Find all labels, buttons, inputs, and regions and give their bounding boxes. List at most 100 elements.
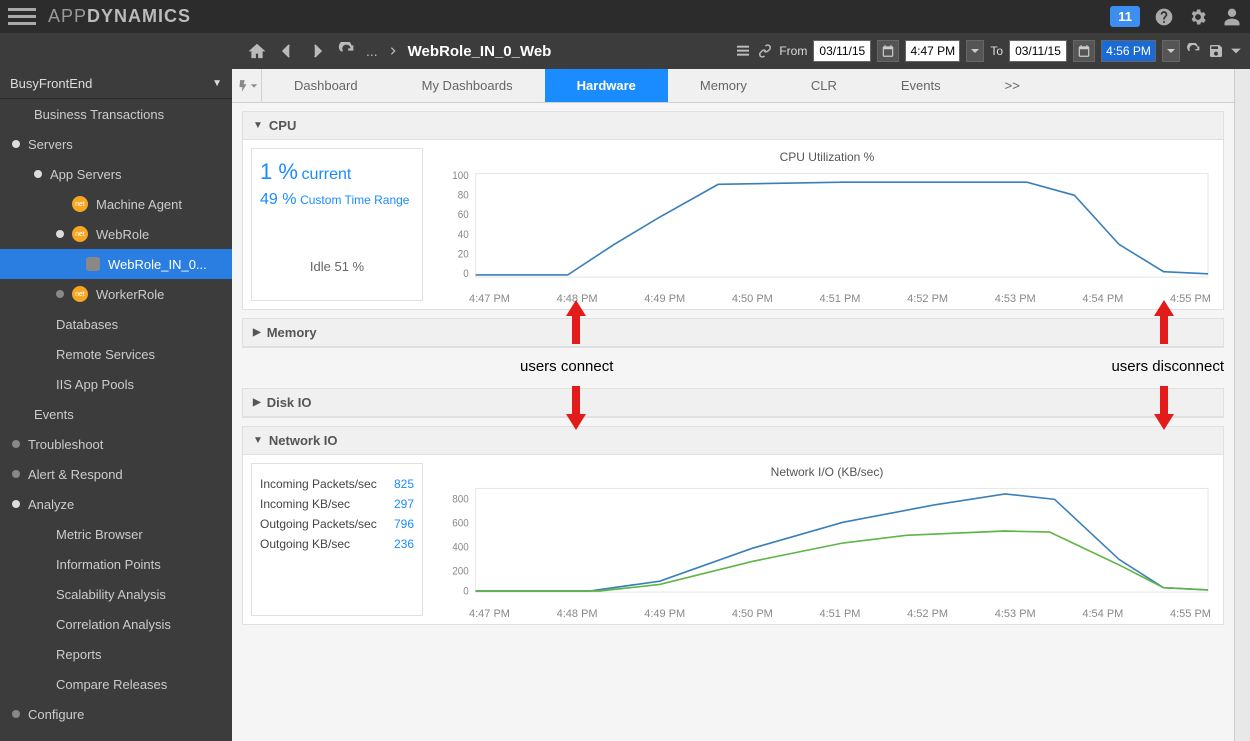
sidebar-item-servers[interactable]: Servers xyxy=(0,129,232,159)
net-chart: Network I/O (KB/sec) 800 600 400 200 0 4… xyxy=(431,455,1223,624)
sidebar-app-header[interactable]: BusyFrontEnd ▼ xyxy=(0,69,232,99)
x-tick: 4:53 PM xyxy=(995,293,1036,305)
sidebar-item-bt[interactable]: Business Transactions xyxy=(0,99,232,129)
net-x-axis: 4:47 PM 4:48 PM 4:49 PM 4:50 PM 4:51 PM … xyxy=(441,608,1213,620)
sidebar-item-label: WorkerRole xyxy=(96,287,164,302)
cpu-idle-label: Idle 51 % xyxy=(260,259,414,274)
svg-text:600: 600 xyxy=(452,518,469,530)
netio-panel-header[interactable]: ▼ Network IO xyxy=(243,427,1223,455)
brand-right: DYNAMICS xyxy=(87,6,191,26)
sidebar-item-scale[interactable]: Scalability Analysis xyxy=(0,579,232,609)
panel-title: Network IO xyxy=(269,433,338,448)
list-view-icon[interactable] xyxy=(735,43,751,59)
sidebar-item-webrole[interactable]: netWebRole xyxy=(0,219,232,249)
expand-icon: ▶ xyxy=(253,327,261,338)
sidebar-item-iis[interactable]: IIS App Pools xyxy=(0,369,232,399)
svg-text:20: 20 xyxy=(458,249,469,261)
diskio-panel-header[interactable]: ▶ Disk IO xyxy=(243,389,1223,417)
page-title: WebRole_IN_0_Web xyxy=(408,43,552,60)
to-time-input[interactable] xyxy=(1101,40,1156,62)
sidebar-item-compare[interactable]: Compare Releases xyxy=(0,669,232,699)
notification-badge[interactable]: 11 xyxy=(1110,6,1140,27)
sidebar-item-configure[interactable]: Configure xyxy=(0,699,232,729)
sidebar-item-label: Compare Releases xyxy=(56,677,167,692)
timerange-controls: From To xyxy=(735,40,1242,62)
bullet-icon xyxy=(56,230,64,238)
topbar: APPDYNAMICS 11 xyxy=(0,0,1250,33)
sidebar-item-databases[interactable]: Databases xyxy=(0,309,232,339)
collapse-icon: ▼ xyxy=(253,120,263,131)
expand-icon: ▶ xyxy=(253,397,261,408)
refresh-icon[interactable] xyxy=(338,42,356,60)
sidebar-item-label: WebRole xyxy=(96,227,149,242)
sidebar-item-appservers[interactable]: App Servers xyxy=(0,159,232,189)
tab-events[interactable]: Events xyxy=(869,69,973,102)
sidebar-item-label: Alert & Respond xyxy=(28,467,123,482)
to-calendar-button[interactable] xyxy=(1073,40,1095,62)
user-icon[interactable] xyxy=(1222,7,1242,27)
help-icon[interactable] xyxy=(1154,7,1174,27)
net-stat-value: 796 xyxy=(394,517,414,531)
arrow-up-disconnect xyxy=(1152,300,1176,349)
cpu-chart-svg: 100 80 60 40 20 0 xyxy=(441,168,1213,288)
sidebar-item-alert[interactable]: Alert & Respond xyxy=(0,459,232,489)
sidebar-item-webrole-in0[interactable]: WebRole_IN_0... xyxy=(0,249,232,279)
panel-title: Memory xyxy=(267,325,317,340)
to-label: To xyxy=(990,44,1003,58)
sidebar-item-analyze[interactable]: Analyze xyxy=(0,489,232,519)
to-date-input[interactable] xyxy=(1009,40,1067,62)
tab-clr[interactable]: CLR xyxy=(779,69,869,102)
memory-panel-header[interactable]: ▶ Memory xyxy=(243,319,1223,347)
to-time-dropdown[interactable] xyxy=(1162,40,1180,62)
tab-mydash[interactable]: My Dashboards xyxy=(390,69,545,102)
sidebar-item-label: IIS App Pools xyxy=(56,377,134,392)
tab-more[interactable]: >> xyxy=(973,69,1052,102)
panel-title: Disk IO xyxy=(267,395,312,410)
sidebar-item-trouble[interactable]: Troubleshoot xyxy=(0,429,232,459)
cpu-x-axis: 4:47 PM 4:48 PM 4:49 PM 4:50 PM 4:51 PM … xyxy=(441,293,1213,305)
tab-memory[interactable]: Memory xyxy=(668,69,779,102)
vertical-scrollbar[interactable] xyxy=(1234,69,1250,741)
sidebar-item-events[interactable]: Events xyxy=(0,399,232,429)
gear-icon[interactable] xyxy=(1188,7,1208,27)
net-stat-label: Incoming Packets/sec xyxy=(260,477,377,491)
net-chart-title: Network I/O (KB/sec) xyxy=(441,465,1213,479)
x-tick: 4:54 PM xyxy=(1082,293,1123,305)
cpu-panel-header[interactable]: ▼CPU xyxy=(243,112,1223,140)
sidebar-item-label: Scalability Analysis xyxy=(56,587,166,602)
actions-dropdown[interactable] xyxy=(232,69,262,102)
annot-disconnect: users disconnect xyxy=(1111,358,1224,375)
sidebar-item-machineagent[interactable]: netMachine Agent xyxy=(0,189,232,219)
link-icon[interactable] xyxy=(757,43,773,59)
bullet-icon xyxy=(12,500,20,508)
collapse-icon: ▼ xyxy=(253,435,263,446)
cpu-chart: CPU Utilization % 100 80 60 40 20 0 4:47… xyxy=(431,140,1223,309)
from-calendar-button[interactable] xyxy=(877,40,899,62)
x-tick: 4:50 PM xyxy=(732,293,773,305)
sidebar-item-reports[interactable]: Reports xyxy=(0,639,232,669)
sidebar-item-info[interactable]: Information Points xyxy=(0,549,232,579)
forward-icon[interactable] xyxy=(308,42,326,60)
sidebar-item-label: Business Transactions xyxy=(34,107,164,122)
tab-dashboard[interactable]: Dashboard xyxy=(262,69,390,102)
sidebar-item-corr[interactable]: Correlation Analysis xyxy=(0,609,232,639)
sidebar-item-metric[interactable]: Metric Browser xyxy=(0,519,232,549)
hamburger-menu[interactable] xyxy=(8,3,36,31)
cpu-stat-box: 1 % current 49 % Custom Time Range Idle … xyxy=(251,148,423,301)
breadcrumb-ellipsis[interactable]: ... xyxy=(366,43,378,59)
from-time-input[interactable] xyxy=(905,40,960,62)
cpu-avg-value: 49 % xyxy=(260,191,296,208)
refresh-range-icon[interactable] xyxy=(1186,43,1202,59)
collapse-down-icon[interactable] xyxy=(1230,45,1242,57)
from-date-input[interactable] xyxy=(813,40,871,62)
back-icon[interactable] xyxy=(278,42,296,60)
bullet-icon xyxy=(12,140,20,148)
tab-hardware[interactable]: Hardware xyxy=(545,69,668,102)
svg-text:60: 60 xyxy=(458,210,469,222)
sidebar-item-remote[interactable]: Remote Services xyxy=(0,339,232,369)
bullet-icon xyxy=(34,170,42,178)
save-icon[interactable] xyxy=(1208,43,1224,59)
from-time-dropdown[interactable] xyxy=(966,40,984,62)
sidebar-item-workerrole[interactable]: netWorkerRole xyxy=(0,279,232,309)
home-icon[interactable] xyxy=(248,42,266,60)
